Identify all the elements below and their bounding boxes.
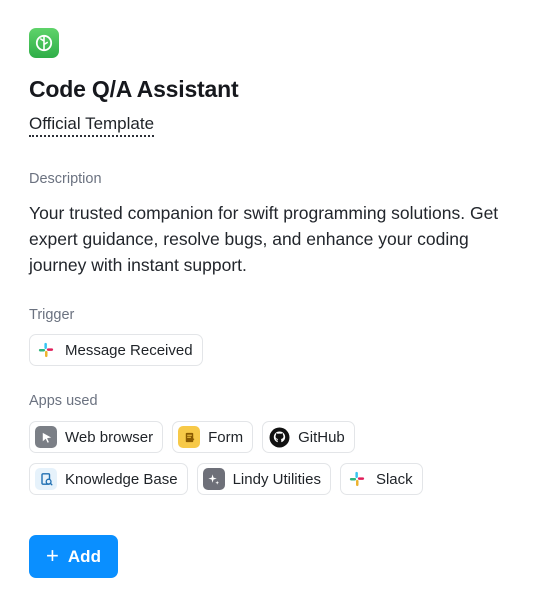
apps-used-list: Web browser Form GitHub Knowledge Base L… [29, 421, 518, 495]
app-chip-form[interactable]: Form [172, 421, 254, 453]
app-chip-web-browser[interactable]: Web browser [29, 421, 164, 453]
app-chip-knowledge-base[interactable]: Knowledge Base [29, 463, 188, 495]
template-logo-icon [29, 28, 59, 58]
app-chip-github[interactable]: GitHub [262, 421, 355, 453]
app-chip-label: Knowledge Base [65, 470, 178, 488]
lindy-utilities-icon [202, 468, 225, 490]
trigger-chip-label: Message Received [65, 341, 193, 359]
official-template-link[interactable]: Official Template [29, 113, 155, 137]
template-detail-panel: Code Q/A Assistant Official Template Des… [0, 0, 547, 592]
slack-icon [345, 468, 368, 490]
add-button-label: Add [67, 546, 101, 566]
apps-used-label: Apps used [29, 393, 98, 409]
app-chip-label: Slack [375, 470, 413, 488]
web-browser-icon [35, 426, 57, 448]
app-chip-lindy-utilities[interactable]: Lindy Utilities [196, 463, 331, 495]
template-title: Code Q/A Assistant [29, 76, 239, 102]
description-text: Your trusted companion for swift program… [29, 203, 499, 275]
app-chip-slack[interactable]: Slack [339, 463, 423, 495]
description-label: Description [29, 171, 102, 187]
trigger-label: Trigger [29, 307, 75, 323]
form-icon [178, 426, 201, 448]
app-chip-label: Form [208, 428, 244, 446]
github-icon [268, 426, 291, 448]
add-template-button[interactable]: + Add [29, 535, 118, 578]
knowledge-base-icon [35, 468, 57, 490]
app-chip-label: Web browser [65, 428, 154, 446]
trigger-chip-message-received[interactable]: Message Received [29, 334, 203, 366]
app-chip-label: GitHub [298, 428, 345, 446]
app-chip-label: Lindy Utilities [232, 470, 321, 488]
plus-icon: + [46, 542, 59, 568]
slack-icon [35, 339, 57, 361]
